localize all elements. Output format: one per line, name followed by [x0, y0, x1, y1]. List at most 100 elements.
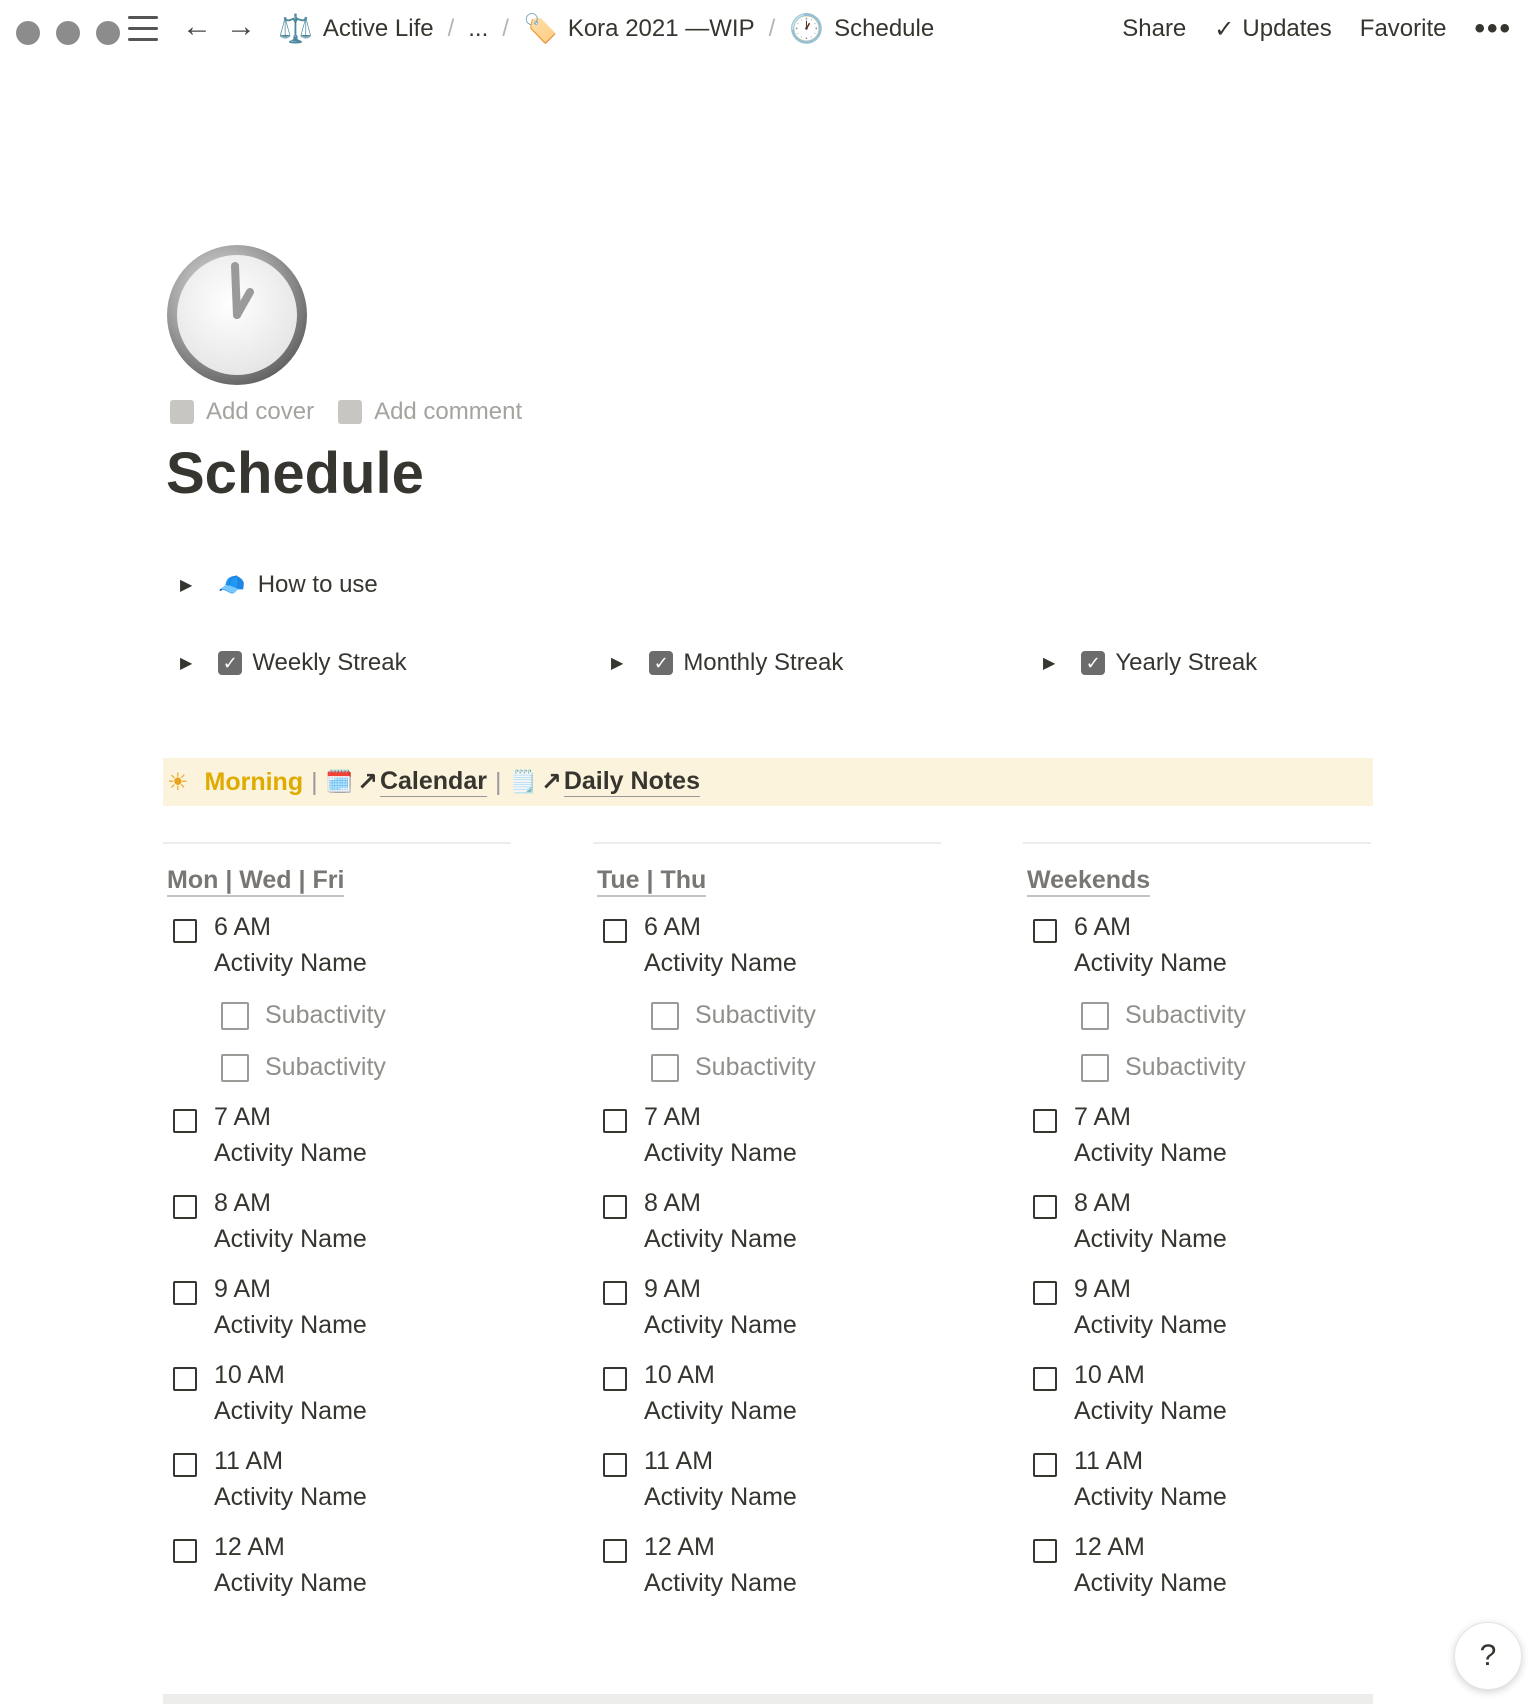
toggle-monthly-streak[interactable]: ▶ ✓ Monthly Streak [611, 649, 843, 677]
activity-time[interactable]: 7 AM [1074, 1103, 1131, 1132]
toggle-weekly-streak[interactable]: ▶ ✓ Weekly Streak [180, 649, 407, 677]
breadcrumb-kora[interactable]: 🏷️ Kora 2021 —WIP [517, 12, 761, 45]
activity-time[interactable]: 9 AM [1074, 1275, 1131, 1304]
activity-time[interactable]: 8 AM [644, 1189, 701, 1218]
activity-time[interactable]: 12 AM [644, 1533, 715, 1562]
activity-name[interactable]: Activity Name [1074, 1139, 1227, 1168]
toggle-triangle-icon[interactable]: ▶ [1043, 653, 1055, 673]
activity-time[interactable]: 8 AM [214, 1189, 271, 1218]
column-heading[interactable]: Weekends [1027, 866, 1151, 897]
page-title[interactable]: Schedule [166, 440, 424, 507]
column-heading[interactable]: Tue | Thu [597, 866, 707, 897]
activity-time[interactable]: 9 AM [644, 1275, 701, 1304]
page-clock-icon[interactable] [166, 244, 308, 386]
subactivity-checkbox[interactable] [221, 1001, 249, 1030]
activity-time[interactable]: 11 AM [1074, 1447, 1143, 1476]
activity-time[interactable]: 6 AM [1074, 913, 1131, 942]
activity-time[interactable]: 12 AM [214, 1533, 285, 1562]
activity-checkbox[interactable] [173, 1195, 197, 1219]
activity-time[interactable]: 10 AM [1074, 1361, 1145, 1390]
activity-checkbox[interactable] [1033, 1109, 1057, 1133]
toggle-triangle-icon[interactable]: ▶ [180, 575, 192, 595]
activity-time[interactable]: 7 AM [644, 1103, 701, 1132]
activity-name[interactable]: Activity Name [1074, 1311, 1227, 1340]
activity-name[interactable]: Activity Name [214, 949, 367, 978]
breadcrumb-schedule[interactable]: 🕐 Schedule [783, 12, 940, 45]
activity-time[interactable]: 6 AM [214, 913, 271, 942]
activity-checkbox[interactable] [173, 919, 197, 943]
add-comment-button[interactable]: Add comment [338, 398, 522, 426]
activity-checkbox[interactable] [603, 1109, 627, 1133]
activity-checkbox[interactable] [1033, 1195, 1057, 1219]
activity-name[interactable]: Activity Name [1074, 1397, 1227, 1426]
subactivity-checkbox[interactable] [651, 1053, 679, 1082]
subactivity-label[interactable]: Subactivity [265, 1001, 386, 1030]
daily-notes-link[interactable]: Daily Notes [563, 767, 700, 797]
subactivity-label[interactable]: Subactivity [265, 1053, 386, 1082]
activity-time[interactable]: 6 AM [644, 913, 701, 942]
activity-checkbox[interactable] [173, 1109, 197, 1133]
back-arrow-icon[interactable]: ← [182, 12, 212, 42]
activity-checkbox[interactable] [603, 1195, 627, 1219]
activity-name[interactable]: Activity Name [214, 1139, 367, 1168]
subactivity-label[interactable]: Subactivity [1125, 1053, 1246, 1082]
toggle-yearly-streak[interactable]: ▶ ✓ Yearly Streak [1043, 649, 1257, 677]
subactivity-label[interactable]: Subactivity [1125, 1001, 1246, 1030]
breadcrumb-ellipsis[interactable]: ... [462, 15, 494, 43]
activity-checkbox[interactable] [603, 1539, 627, 1563]
more-options-icon[interactable]: ••• [1474, 12, 1512, 46]
activity-name[interactable]: Activity Name [214, 1569, 367, 1598]
activity-name[interactable]: Activity Name [644, 1569, 797, 1598]
toggle-triangle-icon[interactable]: ▶ [611, 653, 623, 673]
activity-checkbox[interactable] [1033, 1453, 1057, 1477]
activity-time[interactable]: 7 AM [214, 1103, 271, 1132]
activity-name[interactable]: Activity Name [214, 1225, 367, 1254]
minimize-window-button[interactable] [56, 21, 80, 45]
activity-checkbox[interactable] [1033, 1367, 1057, 1391]
help-button[interactable]: ? [1454, 1622, 1522, 1690]
subactivity-label[interactable]: Subactivity [695, 1053, 816, 1082]
activity-name[interactable]: Activity Name [644, 1483, 797, 1512]
activity-checkbox[interactable] [1033, 919, 1057, 943]
activity-time[interactable]: 8 AM [1074, 1189, 1131, 1218]
activity-time[interactable]: 10 AM [644, 1361, 715, 1390]
subactivity-checkbox[interactable] [1081, 1053, 1109, 1082]
close-window-button[interactable] [16, 21, 40, 45]
activity-checkbox[interactable] [1033, 1281, 1057, 1305]
toggle-how-to-use[interactable]: ▶ 🧢 How to use [180, 571, 378, 599]
activity-checkbox[interactable] [173, 1539, 197, 1563]
activity-checkbox[interactable] [603, 1367, 627, 1391]
activity-time[interactable]: 9 AM [214, 1275, 271, 1304]
column-heading[interactable]: Mon | Wed | Fri [167, 866, 345, 897]
add-cover-button[interactable]: Add cover [170, 398, 314, 426]
toggle-triangle-icon[interactable]: ▶ [180, 653, 192, 673]
subactivity-label[interactable]: Subactivity [695, 1001, 816, 1030]
activity-name[interactable]: Activity Name [644, 1397, 797, 1426]
activity-checkbox[interactable] [173, 1281, 197, 1305]
activity-time[interactable]: 11 AM [644, 1447, 713, 1476]
calendar-link[interactable]: Calendar [379, 767, 487, 797]
activity-name[interactable]: Activity Name [1074, 1569, 1227, 1598]
activity-name[interactable]: Activity Name [1074, 1483, 1227, 1512]
activity-time[interactable]: 11 AM [214, 1447, 283, 1476]
activity-name[interactable]: Activity Name [214, 1397, 367, 1426]
sidebar-menu-icon[interactable] [128, 16, 158, 42]
activity-name[interactable]: Activity Name [644, 1311, 797, 1340]
subactivity-checkbox[interactable] [221, 1053, 249, 1082]
activity-checkbox[interactable] [603, 1281, 627, 1305]
activity-checkbox[interactable] [1033, 1539, 1057, 1563]
forward-arrow-icon[interactable]: → [226, 12, 256, 42]
activity-name[interactable]: Activity Name [644, 1139, 797, 1168]
subactivity-checkbox[interactable] [1081, 1001, 1109, 1030]
activity-time[interactable]: 10 AM [214, 1361, 285, 1390]
activity-name[interactable]: Activity Name [644, 1225, 797, 1254]
activity-time[interactable]: 12 AM [1074, 1533, 1145, 1562]
subactivity-checkbox[interactable] [651, 1001, 679, 1030]
activity-name[interactable]: Activity Name [1074, 1225, 1227, 1254]
activity-name[interactable]: Activity Name [214, 1483, 367, 1512]
activity-checkbox[interactable] [173, 1453, 197, 1477]
activity-name[interactable]: Activity Name [1074, 949, 1227, 978]
share-button[interactable]: Share [1122, 15, 1186, 43]
zoom-window-button[interactable] [96, 21, 120, 45]
activity-checkbox[interactable] [603, 919, 627, 943]
